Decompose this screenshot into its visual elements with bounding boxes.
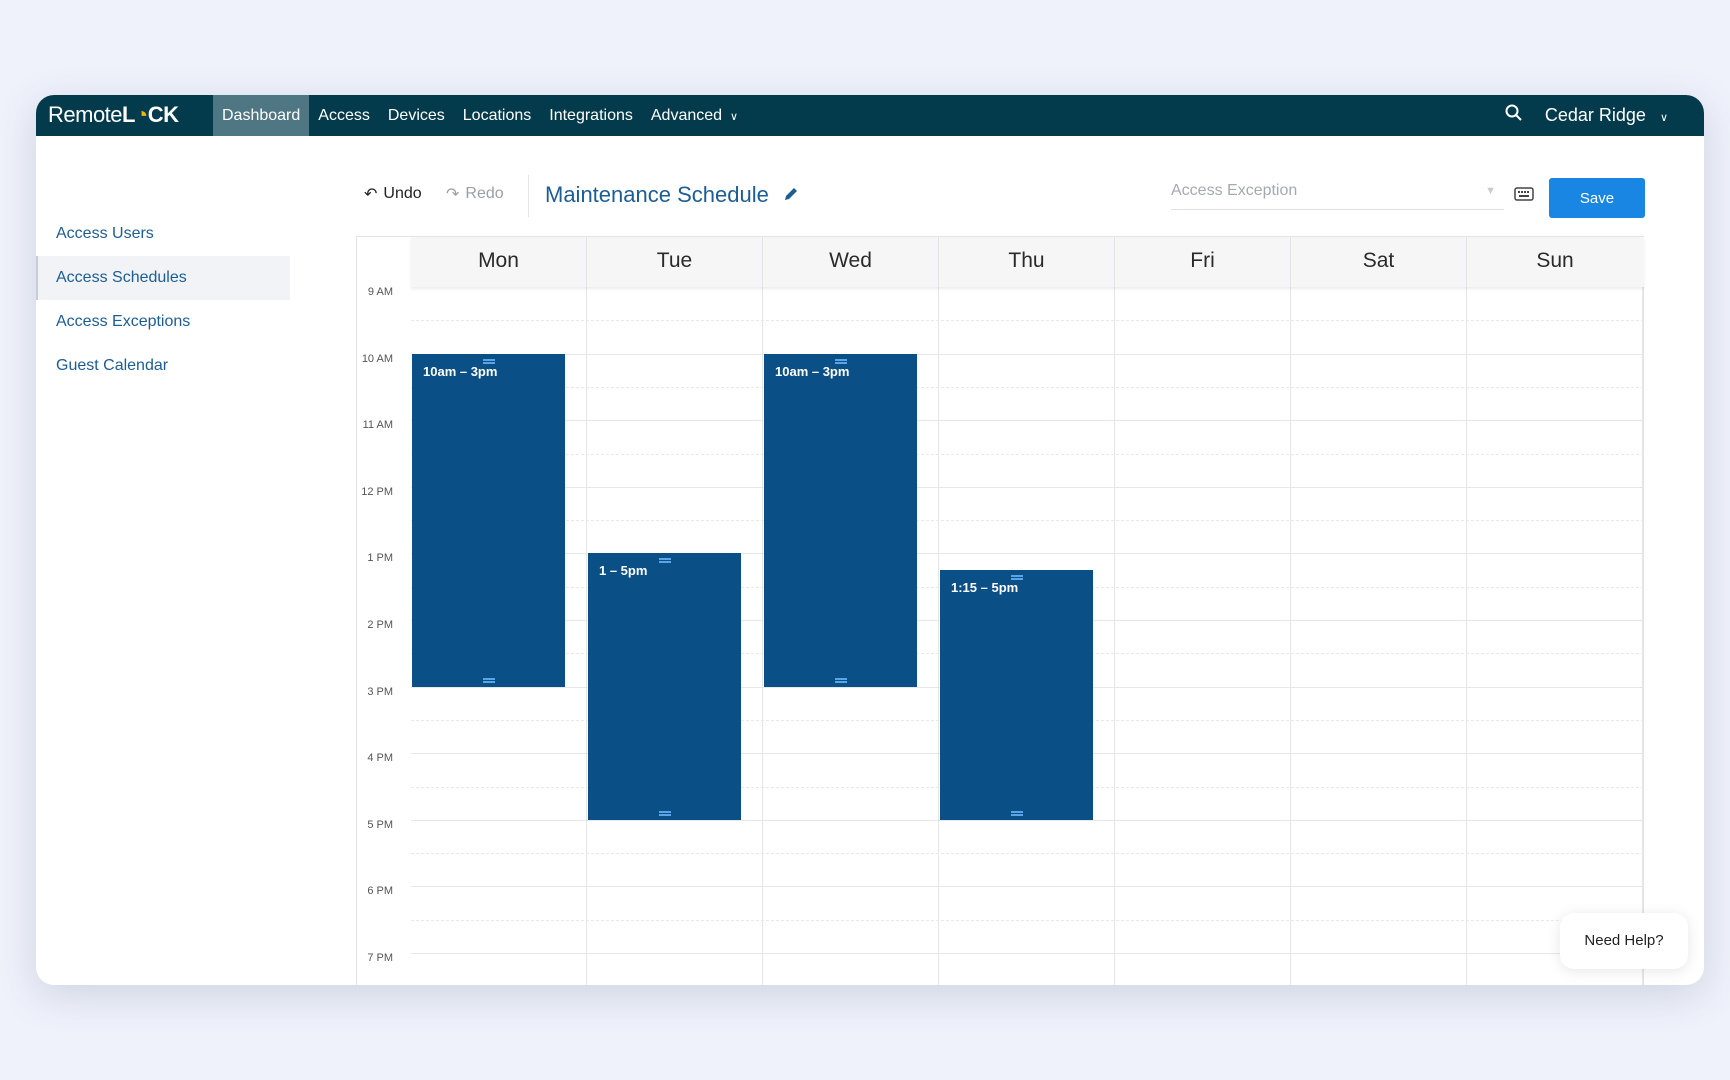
nav-item-access[interactable]: Access [309,95,379,136]
nav-item-label: Access [318,107,370,124]
hour-label: 3 PM [367,685,393,698]
access-exception-placeholder: Access Exception [1171,182,1298,199]
location-name: Cedar Ridge [1544,105,1646,125]
hour-label: 6 PM [367,885,393,898]
location-selector[interactable]: Cedar Ridge ∨ [1545,105,1668,126]
day-header-wed: Wed [763,237,939,287]
dropdown-arrow-icon: ▼ [1485,185,1496,197]
resize-handle-bottom-icon[interactable] [834,677,847,683]
schedule-block-label: 1 – 5pm [599,563,648,579]
hour-line [411,819,1644,821]
column-line [1114,287,1115,985]
sidebar-item-access-schedules[interactable]: Access Schedules [36,256,290,300]
save-button[interactable]: Save [1549,178,1645,218]
column-line [586,287,587,985]
sidebar-item-guest-calendar[interactable]: Guest Calendar [36,344,290,388]
resize-handle-bottom-icon[interactable] [1010,810,1023,816]
chevron-down-icon: ∨ [1659,112,1668,124]
day-header-sat: Sat [1291,237,1467,287]
calendar-header: Mon Tue Wed Thu Fri Sat Sun [411,237,1644,287]
column-line [938,287,939,985]
undo-label: Undo [383,185,422,202]
hour-label: 7 PM [367,952,393,964]
resize-handle-top-icon[interactable] [834,358,847,364]
column-line [1466,287,1467,985]
pencil-edit-icon[interactable] [783,182,799,208]
schedule-block-label: 10am – 3pm [775,363,850,379]
schedule-block[interactable]: 10am – 3pm [764,353,917,687]
nav-item-label: Dashboard [222,107,301,124]
hour-label: 5 PM [367,818,393,831]
hour-label: 4 PM [367,752,393,765]
redo-icon: ↷ [446,186,460,203]
sidebar-item-access-exceptions[interactable]: Access Exceptions [36,300,290,344]
hour-label: 1 PM [367,552,393,565]
half-hour-line [411,919,1644,921]
hour-label: 2 PM [367,619,393,631]
resize-handle-top-icon[interactable] [1010,575,1023,581]
day-header-tue: Tue [587,237,763,287]
schedule-title: Maintenance Schedule [545,182,769,207]
nav-item-label: Advanced [650,107,723,124]
half-hour-line [411,520,1644,522]
weekly-calendar: Mon Tue Wed Thu Fri Sat Sun 9 AM 10 AM 11 AM 12 P… [356,236,1644,985]
hour-label: 12 PM [361,485,393,498]
schedule-block[interactable]: 1:15 – 5pm [940,570,1093,820]
redo-button[interactable]: ↷ Redo [446,184,504,204]
top-navbar: RemoteL◔CK Dashboard Access Devices Locatio… [36,95,1704,136]
day-header-fri: Fri [1115,237,1291,287]
column-line [762,287,763,985]
nav-item-dashboard[interactable]: Dashboard [213,95,310,136]
resize-handle-top-icon[interactable] [482,358,495,364]
schedule-block-label: 1:15 – 5pm [951,580,1019,596]
redo-label: Redo [465,185,504,202]
undo-icon: ↶ [364,186,378,203]
nav-item-locations[interactable]: Locations [454,95,541,136]
hour-line [411,953,1644,954]
half-hour-line [411,453,1644,455]
search-icon[interactable] [1505,104,1523,127]
day-header-sun: Sun [1536,249,1574,272]
hour-label: 11 AM [362,419,393,432]
nav-item-integrations[interactable]: Integrations [540,95,642,136]
day-header-mon: Mon [411,237,587,287]
hour-line [411,420,1644,422]
need-help-button[interactable]: Need Help? [1560,913,1688,969]
schedule-block-label: 10am – 3pm [423,363,498,379]
day-header-thu: Thu [939,237,1115,287]
schedule-block[interactable]: 1 – 5pm [588,553,741,820]
nav-item-devices[interactable]: Devices [379,95,454,136]
access-exception-select[interactable]: Access Exception ▼ [1171,178,1504,210]
nav-item-label: Integrations [549,107,633,124]
nav-item-advanced[interactable]: Advanced ∨ [642,95,747,136]
hour-label: 9 AM [367,286,393,298]
resize-handle-bottom-icon[interactable] [658,810,671,816]
schedule-block[interactable]: 10am – 3pm [412,353,565,687]
remotelock-logo[interactable]: RemoteL◔CK [48,102,179,128]
divider [528,175,529,217]
nav-item-label: Devices [387,107,445,124]
hour-line [411,486,1644,488]
half-hour-line [411,386,1644,388]
hour-line [411,886,1644,888]
sidebar-item-access-users[interactable]: Access Users [36,212,290,256]
half-hour-line [411,853,1644,855]
app-window: RemoteL◔CK Dashboard Access Devices Locatio… [36,95,1704,985]
chevron-down-icon: ∨ [730,111,739,123]
column-line [1290,287,1291,985]
nav-item-label: Locations [462,107,532,124]
undo-button[interactable]: ↶ Undo [364,184,422,204]
nav-menu: Dashboard Access Devices Locations Integrati… [213,95,747,136]
hour-label: 10 AM [361,352,393,365]
hour-line [411,353,1644,355]
sidebar: Access Users Access Schedules Access Excep… [36,212,290,388]
schedule-toolbar: ↶ Undo ↷ Redo Maintenance Schedule Access … [364,175,1654,218]
resize-handle-top-icon[interactable] [658,558,671,564]
half-hour-line [411,320,1644,322]
keyboard-icon[interactable] [1514,187,1534,206]
resize-handle-bottom-icon[interactable] [482,677,495,683]
column-line [1642,287,1643,985]
